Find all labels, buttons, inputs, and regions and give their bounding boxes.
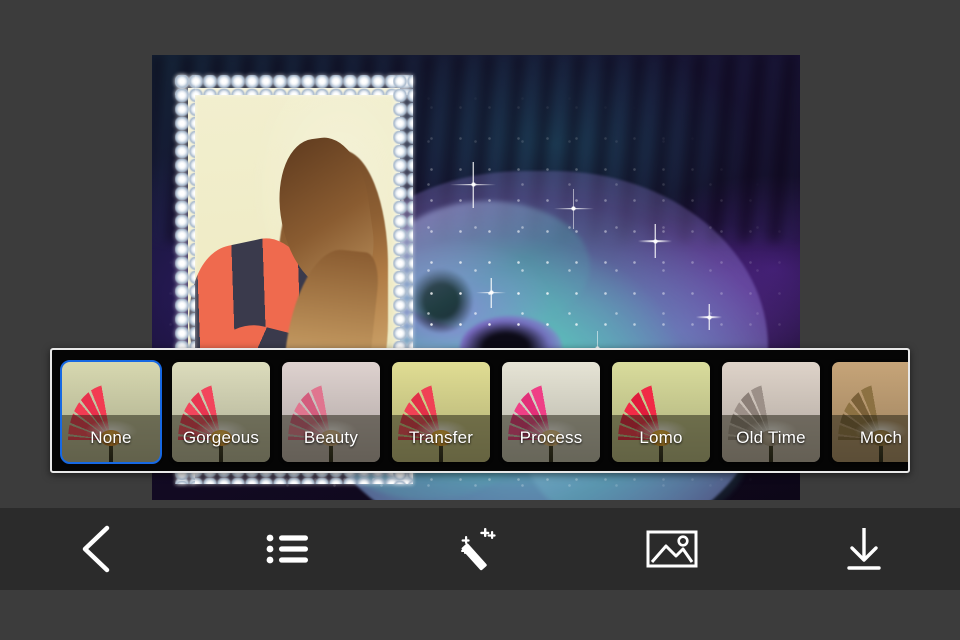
- filter-label: Beauty: [303, 428, 359, 447]
- filter-thumb-gorgeous[interactable]: Gorgeous: [172, 362, 270, 462]
- filter-thumb-none[interactable]: None: [60, 360, 162, 464]
- back-button[interactable]: [0, 508, 192, 590]
- magic-wand-icon: [456, 526, 504, 572]
- filter-track[interactable]: None Gorgeous Beauty Transfer Process Lomo Old…: [60, 360, 908, 464]
- download-icon: [841, 525, 887, 573]
- effects-button[interactable]: [384, 508, 576, 590]
- filter-thumb-lomo[interactable]: Lomo: [612, 362, 710, 462]
- filter-label: Moch: [859, 428, 903, 447]
- filter-thumb-process[interactable]: Process: [502, 362, 600, 462]
- list-icon: [266, 534, 310, 564]
- chevron-left-icon: [78, 523, 114, 575]
- image-icon: [646, 528, 698, 570]
- diamond-frame-edge: [175, 75, 414, 96]
- bottom-toolbar: [0, 508, 960, 590]
- filter-label: Gorgeous: [182, 428, 260, 447]
- filter-thumb-moch[interactable]: Moch: [832, 362, 908, 462]
- frames-button[interactable]: [192, 508, 384, 590]
- app-root: None Gorgeous Beauty Transfer Process Lomo Old…: [0, 0, 960, 640]
- filter-label: Lomo: [639, 428, 683, 447]
- filter-carousel[interactable]: None Gorgeous Beauty Transfer Process Lomo Old…: [50, 348, 910, 473]
- filter-thumb-beauty[interactable]: Beauty: [282, 362, 380, 462]
- gallery-button[interactable]: [576, 508, 768, 590]
- filter-label: None: [90, 428, 132, 447]
- filter-label: Process: [519, 428, 583, 447]
- save-button[interactable]: [768, 508, 960, 590]
- filter-label: Transfer: [408, 428, 474, 447]
- filter-thumb-old-time[interactable]: Old Time: [722, 362, 820, 462]
- filter-label: Old Time: [736, 428, 806, 447]
- filter-thumb-transfer[interactable]: Transfer: [392, 362, 490, 462]
